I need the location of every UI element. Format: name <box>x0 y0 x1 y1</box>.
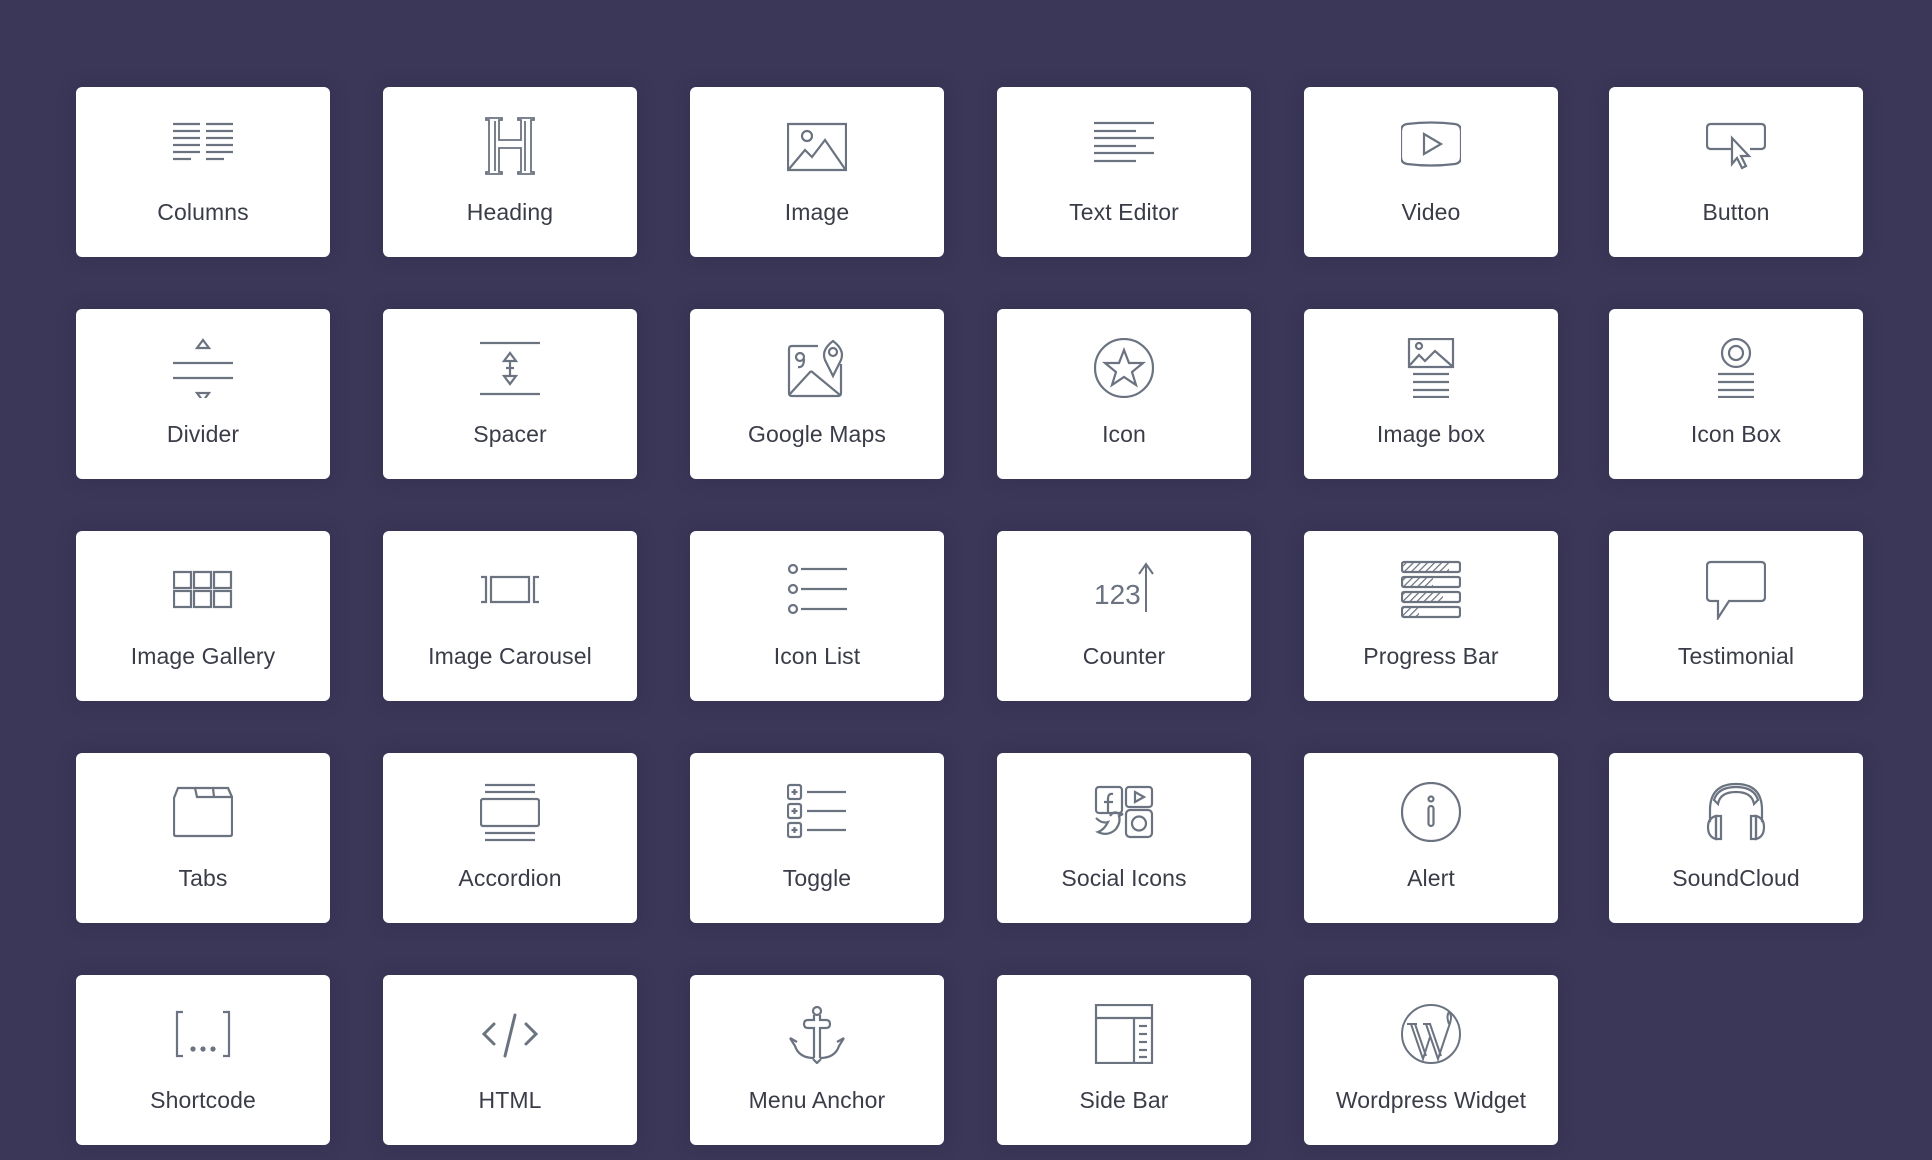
widget-image-box[interactable]: Image box <box>1304 309 1558 479</box>
widget-label: Icon Box <box>1690 421 1782 447</box>
counter-icon: 123 <box>1094 560 1154 620</box>
widget-image-gallery[interactable]: Image Gallery <box>76 531 330 701</box>
widget-shortcode[interactable]: Shortcode <box>76 975 330 1145</box>
toggle-icon <box>787 782 847 842</box>
widget-grid: Columns Heading Image Text Editor Video … <box>0 0 1932 1160</box>
widget-label: Image Carousel <box>428 643 592 669</box>
icon-box-icon <box>1706 338 1766 398</box>
widget-label: Video <box>1401 199 1461 225</box>
widget-label: Toggle <box>782 865 852 891</box>
testimonial-icon <box>1706 560 1766 620</box>
widget-label: Divider <box>166 421 240 447</box>
heading-icon <box>480 116 540 176</box>
button-icon <box>1706 116 1766 176</box>
text-editor-icon <box>1094 116 1154 176</box>
widget-testimonial[interactable]: Testimonial <box>1609 531 1863 701</box>
widget-accordion[interactable]: Accordion <box>383 753 637 923</box>
progress-bar-icon <box>1401 560 1461 620</box>
widget-icon-list[interactable]: Icon List <box>690 531 944 701</box>
widget-label: SoundCloud <box>1672 865 1800 891</box>
widget-google-maps[interactable]: Google Maps <box>690 309 944 479</box>
wordpress-icon <box>1401 1004 1461 1064</box>
tabs-icon <box>173 782 233 842</box>
image-icon <box>787 116 847 176</box>
alert-icon <box>1401 782 1461 842</box>
widget-side-bar[interactable]: Side Bar <box>997 975 1251 1145</box>
widget-spacer[interactable]: Spacer <box>383 309 637 479</box>
widget-label: Testimonial <box>1677 643 1795 669</box>
widget-label: Shortcode <box>150 1087 256 1113</box>
widget-label: Side Bar <box>1079 1087 1169 1113</box>
image-box-icon <box>1401 338 1461 398</box>
widget-label: Social Icons <box>1061 865 1187 891</box>
star-icon <box>1094 338 1154 398</box>
widget-label: Image Gallery <box>130 643 276 669</box>
divider-icon <box>173 338 233 398</box>
widget-label: HTML <box>478 1087 542 1113</box>
social-icons-icon <box>1094 782 1154 842</box>
widget-label: Image box <box>1376 421 1486 447</box>
widget-label: Icon List <box>773 643 861 669</box>
widget-image[interactable]: Image <box>690 87 944 257</box>
widget-icon-box[interactable]: Icon Box <box>1609 309 1863 479</box>
widget-label: Wordpress Widget <box>1335 1087 1527 1113</box>
widget-label: Accordion <box>458 865 562 891</box>
widget-soundcloud[interactable]: SoundCloud <box>1609 753 1863 923</box>
icon-list-icon <box>787 560 847 620</box>
google-maps-icon <box>787 338 847 398</box>
widget-label: Image <box>784 199 850 225</box>
shortcode-icon <box>173 1004 233 1064</box>
widget-label: Tabs <box>178 865 228 891</box>
widget-image-carousel[interactable]: Image Carousel <box>383 531 637 701</box>
widget-button[interactable]: Button <box>1609 87 1863 257</box>
html-icon <box>480 1004 540 1064</box>
widget-label: Google Maps <box>748 421 886 447</box>
widget-wordpress-widget[interactable]: Wordpress Widget <box>1304 975 1558 1145</box>
widget-label: Heading <box>466 199 554 225</box>
widget-label: Counter <box>1082 643 1166 669</box>
widget-divider[interactable]: Divider <box>76 309 330 479</box>
widget-tabs[interactable]: Tabs <box>76 753 330 923</box>
accordion-icon <box>480 782 540 842</box>
widget-label: Icon <box>1102 421 1146 447</box>
widget-menu-anchor[interactable]: Menu Anchor <box>690 975 944 1145</box>
widget-heading[interactable]: Heading <box>383 87 637 257</box>
widget-columns[interactable]: Columns <box>76 87 330 257</box>
soundcloud-icon <box>1706 782 1766 842</box>
widget-icon[interactable]: Icon <box>997 309 1251 479</box>
widget-html[interactable]: HTML <box>383 975 637 1145</box>
widget-label: Spacer <box>473 421 547 447</box>
video-icon <box>1401 116 1461 176</box>
spacer-icon <box>480 338 540 398</box>
anchor-icon <box>787 1004 847 1064</box>
widget-progress-bar[interactable]: Progress Bar <box>1304 531 1558 701</box>
widget-counter[interactable]: 123 Counter <box>997 531 1251 701</box>
widget-label: Button <box>1702 199 1770 225</box>
widget-label: Columns <box>157 199 249 225</box>
widget-alert[interactable]: Alert <box>1304 753 1558 923</box>
widget-toggle[interactable]: Toggle <box>690 753 944 923</box>
image-carousel-icon <box>480 560 540 620</box>
columns-icon <box>173 116 233 176</box>
image-gallery-icon <box>173 560 233 620</box>
sidebar-icon <box>1094 1004 1154 1064</box>
counter-icon-text: 123 <box>1094 579 1141 610</box>
widget-social-icons[interactable]: Social Icons <box>997 753 1251 923</box>
widget-label: Menu Anchor <box>748 1087 886 1113</box>
widget-video[interactable]: Video <box>1304 87 1558 257</box>
widget-label: Progress Bar <box>1363 643 1499 669</box>
widget-text-editor[interactable]: Text Editor <box>997 87 1251 257</box>
widget-label: Text Editor <box>1069 199 1179 225</box>
widget-label: Alert <box>1407 865 1455 891</box>
